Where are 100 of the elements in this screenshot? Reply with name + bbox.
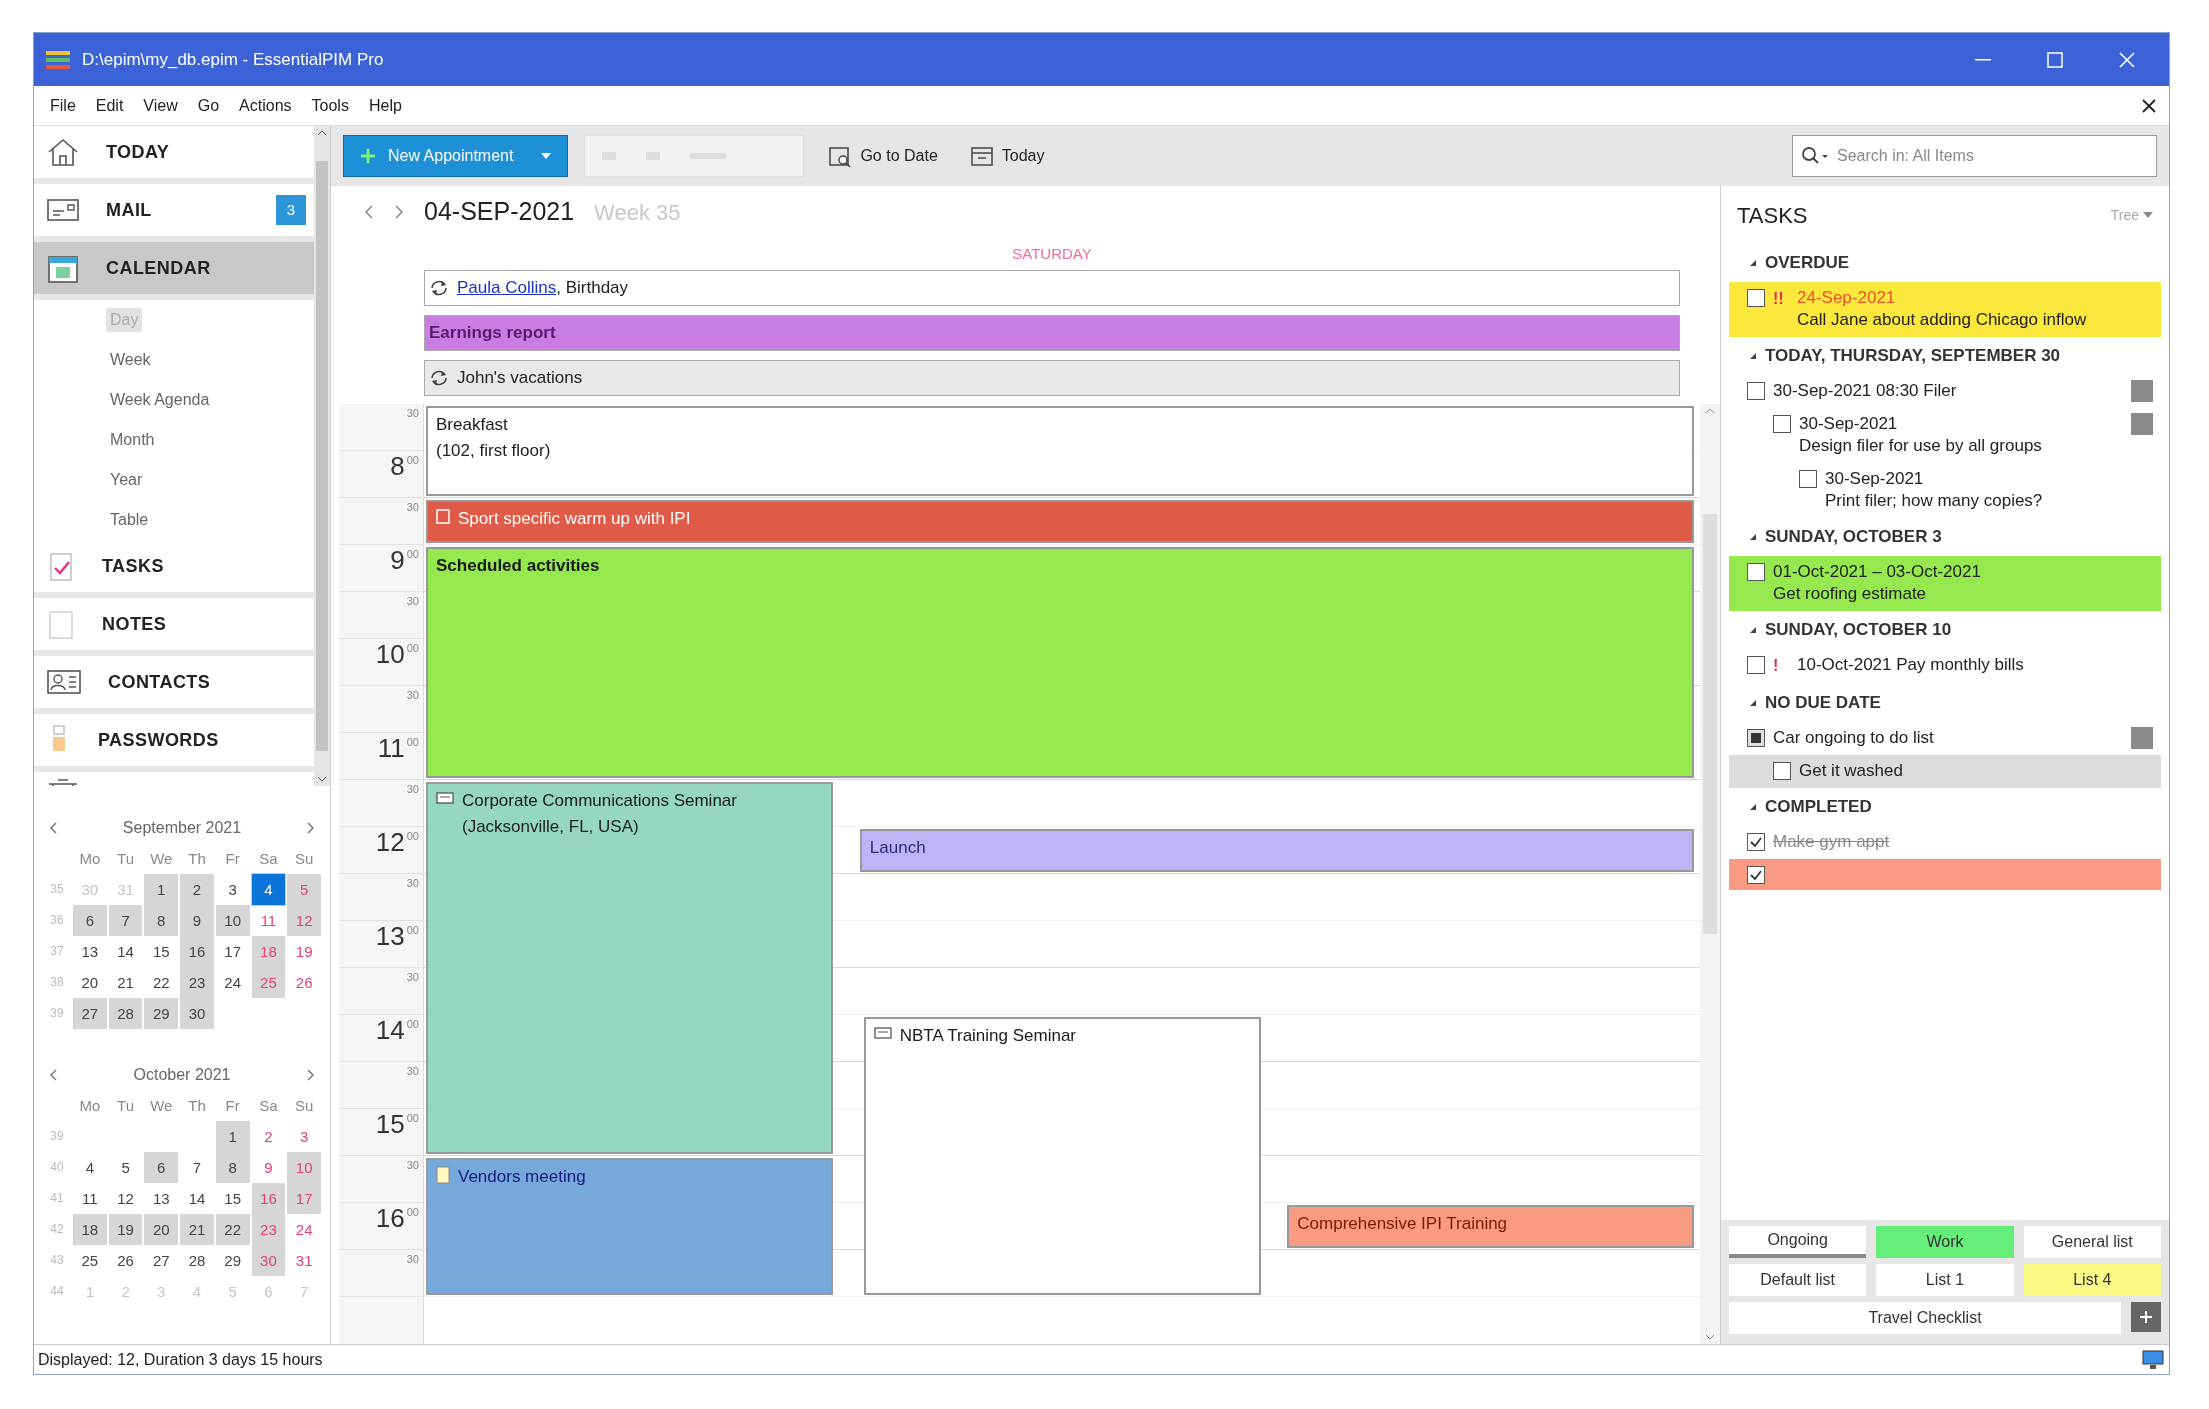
calendar-day[interactable]: 27 [144, 1245, 179, 1276]
task-row[interactable]: !! 24-Sep-2021 Call Jane about adding Chicago inflow [1729, 282, 2161, 337]
calendar-view-option[interactable]: Year [106, 468, 147, 492]
list-tab[interactable]: Travel Checklist [1729, 1302, 2121, 1334]
go-to-date-button[interactable]: Go to Date [820, 135, 946, 177]
calendar-day[interactable]: 4 [251, 874, 286, 905]
calendar-day[interactable]: 14 [108, 936, 143, 967]
menu-item[interactable]: Go [189, 93, 228, 118]
add-list-icon[interactable] [2131, 1302, 2161, 1332]
scrollbar[interactable] [1700, 404, 1720, 1344]
calendar-day[interactable]: 19 [287, 936, 321, 967]
calendar-day[interactable]: 13 [144, 1183, 179, 1214]
list-tab[interactable]: List 1 [1876, 1264, 2014, 1296]
all-day-event[interactable]: John's vacations [424, 360, 1680, 396]
calendar-day[interactable]: 9 [251, 1152, 286, 1183]
calendar-day[interactable]: 4 [73, 1152, 107, 1183]
menu-item[interactable]: File [42, 93, 84, 118]
calendar-day[interactable]: 28 [180, 1245, 214, 1276]
calendar-day[interactable]: 24 [215, 967, 250, 998]
calendar-day[interactable]: 20 [73, 967, 107, 998]
list-tab[interactable]: List 4 [2023, 1264, 2161, 1296]
collapse-arrow-icon[interactable] [1749, 352, 1757, 360]
calendar-day[interactable]: 29 [215, 1245, 250, 1276]
menu-item[interactable]: Edit [87, 93, 132, 118]
scroll-down-icon[interactable] [317, 776, 327, 782]
all-day-event[interactable]: Paula Collins, Birthday [424, 270, 1680, 306]
scroll-up-icon[interactable] [317, 130, 327, 136]
calendar-day[interactable]: 28 [108, 998, 143, 1029]
search-field[interactable]: Search in: All Items [1837, 144, 2148, 168]
menu-item[interactable]: Help [360, 93, 410, 118]
collapse-arrow-icon[interactable] [1749, 533, 1757, 541]
task-row[interactable]: ! 10-Oct-2021 Pay monthly bills [1729, 649, 2161, 684]
calendar-day[interactable]: 9 [180, 905, 214, 936]
calendar-day[interactable]: 6 [144, 1152, 179, 1183]
scrollbar[interactable] [314, 126, 330, 786]
task-row[interactable]: Get it washed [1729, 755, 2161, 788]
collapse-arrow-icon[interactable] [1749, 699, 1757, 707]
calendar-day[interactable]: 6 [73, 905, 107, 936]
task-row[interactable]: 01-Oct-2021 – 03-Oct-2021 Get roofing estimate [1729, 556, 2161, 611]
collapse-arrow-icon[interactable] [1749, 803, 1757, 811]
task-row[interactable]: 30-Sep-2021 Print filer; how many copies? [1729, 463, 2161, 518]
event-block[interactable]: Comprehensive IPI Training [1287, 1205, 1694, 1248]
calendar-day[interactable]: 10 [215, 905, 250, 936]
checkbox[interactable] [1747, 563, 1765, 581]
calendar-day[interactable]: 22 [144, 967, 179, 998]
checkbox[interactable] [1799, 470, 1817, 488]
all-day-event[interactable]: Earnings report [424, 315, 1680, 351]
calendar-day[interactable]: 18 [73, 1214, 107, 1245]
task-row[interactable]: 30-Sep-2021 08:30 Filer [1729, 375, 2161, 408]
calendar-day[interactable]: 7 [108, 905, 143, 936]
calendar-day[interactable]: 30 [180, 998, 214, 1029]
contact-link[interactable]: Paula Collins [457, 278, 557, 298]
calendar-day[interactable]: 22 [215, 1214, 250, 1245]
calendar-day[interactable]: 20 [144, 1214, 179, 1245]
calendar-day[interactable]: 2 [251, 1121, 286, 1152]
event-block[interactable]: Scheduled activities [426, 547, 1694, 778]
today-button[interactable]: Today [961, 135, 1053, 177]
calendar-view-option[interactable]: Month [106, 428, 159, 452]
calendar-view-option[interactable]: Week Agenda [106, 388, 214, 412]
checkbox[interactable] [1747, 382, 1765, 400]
calendar-day[interactable]: 1 [215, 1121, 250, 1152]
calendar-day[interactable]: 5 [108, 1152, 143, 1183]
checkbox[interactable] [1747, 289, 1765, 307]
calendar-day[interactable]: 15 [215, 1183, 250, 1214]
calendar-day[interactable]: 3 [215, 874, 250, 905]
checkbox[interactable] [1773, 415, 1791, 433]
event-block[interactable]: Corporate Communications Seminar (Jacksonville, FL, USA) [426, 782, 833, 1154]
calendar-day[interactable]: 31 [287, 1245, 321, 1276]
calendar-day[interactable]: 12 [108, 1183, 143, 1214]
scroll-down-icon[interactable] [1705, 1334, 1715, 1340]
calendar-day[interactable]: 26 [287, 967, 321, 998]
calendar-day[interactable]: 21 [180, 1214, 214, 1245]
search-box[interactable]: Search in: All Items [1792, 135, 2157, 177]
list-tab[interactable]: Ongoing [1729, 1226, 1867, 1258]
calendar-day[interactable]: 21 [108, 967, 143, 998]
collapse-arrow-icon[interactable] [1749, 259, 1757, 267]
checkbox[interactable] [1747, 729, 1765, 747]
calendar-day[interactable]: 11 [73, 1183, 107, 1214]
menu-item[interactable]: Tools [303, 93, 357, 118]
list-tab[interactable]: Work [1876, 1226, 2014, 1258]
calendar-day[interactable]: 17 [215, 936, 250, 967]
calendar-day[interactable]: 11 [251, 905, 286, 936]
checkbox[interactable] [1773, 762, 1791, 780]
scroll-up-icon[interactable] [1705, 408, 1715, 414]
checkbox[interactable] [1747, 833, 1765, 851]
calendar-day[interactable]: 7 [180, 1152, 214, 1183]
calendar-day[interactable]: 8 [144, 905, 179, 936]
calendar-day[interactable]: 15 [144, 936, 179, 967]
calendar-day[interactable]: 19 [108, 1214, 143, 1245]
sidebar-item[interactable]: CALENDAR [34, 242, 314, 300]
calendar-day[interactable]: 26 [108, 1245, 143, 1276]
menu-item[interactable]: Actions [231, 93, 300, 118]
calendar-day[interactable]: 14 [180, 1183, 214, 1214]
event-block[interactable]: Breakfast (102, first floor) [426, 406, 1694, 496]
event-block[interactable]: Sport specific warm up with IPI [426, 500, 1694, 543]
calendar-day[interactable]: 27 [73, 998, 107, 1029]
list-tab[interactable]: General list [2023, 1226, 2161, 1258]
calendar-view-option[interactable]: Table [106, 508, 153, 532]
calendar-day[interactable]: 16 [180, 936, 214, 967]
collapse-arrow-icon[interactable] [1749, 626, 1757, 634]
